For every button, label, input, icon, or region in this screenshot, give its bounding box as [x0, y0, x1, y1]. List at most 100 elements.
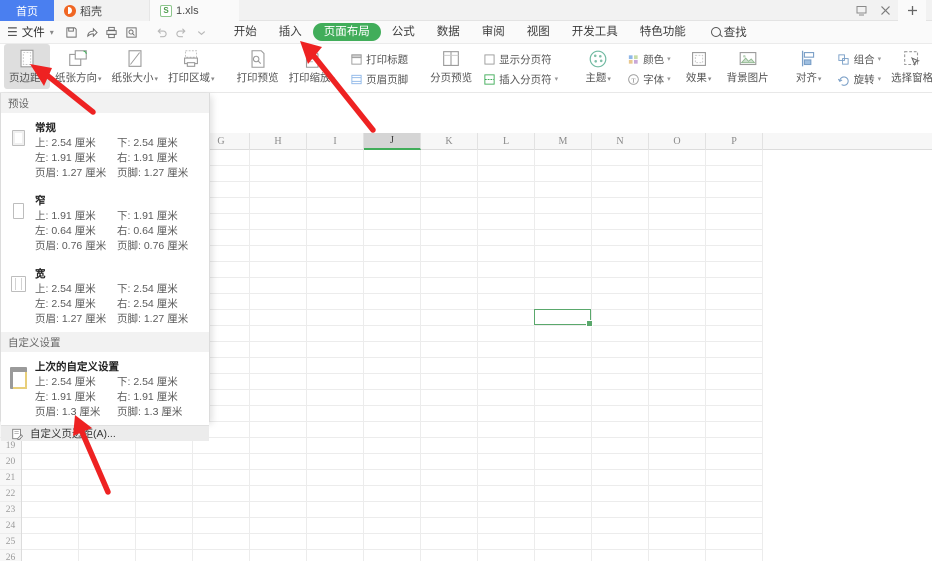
- cell[interactable]: [649, 310, 706, 326]
- cell[interactable]: [307, 326, 364, 342]
- cell[interactable]: [250, 166, 307, 182]
- cell[interactable]: [478, 406, 535, 422]
- cell[interactable]: [592, 406, 649, 422]
- cell[interactable]: [478, 454, 535, 470]
- cell[interactable]: [706, 326, 763, 342]
- cell[interactable]: [478, 166, 535, 182]
- cell[interactable]: [649, 390, 706, 406]
- cell[interactable]: [307, 438, 364, 454]
- row-header[interactable]: 24: [0, 518, 21, 534]
- cell[interactable]: [307, 486, 364, 502]
- cell[interactable]: [706, 502, 763, 518]
- background-picture-button[interactable]: 背景图片: [722, 44, 774, 89]
- cell[interactable]: [478, 246, 535, 262]
- cell[interactable]: [307, 422, 364, 438]
- cell[interactable]: [649, 550, 706, 561]
- cell[interactable]: [535, 150, 592, 166]
- cell[interactable]: [79, 486, 136, 502]
- cell[interactable]: [706, 534, 763, 550]
- column-header-O[interactable]: O: [649, 133, 706, 150]
- cell[interactable]: [307, 166, 364, 182]
- theme-color-button[interactable]: 颜色 ▾: [621, 49, 676, 69]
- align-objects-button[interactable]: 对齐▾: [786, 44, 832, 89]
- hamburger-menu-icon[interactable]: ☰: [0, 25, 20, 39]
- cell[interactable]: [421, 278, 478, 294]
- cell[interactable]: [706, 470, 763, 486]
- cell[interactable]: [421, 166, 478, 182]
- print-preview-button[interactable]: 打印预览: [232, 44, 284, 89]
- cell[interactable]: [364, 166, 421, 182]
- cell[interactable]: [79, 470, 136, 486]
- cell[interactable]: [364, 342, 421, 358]
- row-header[interactable]: 22: [0, 486, 21, 502]
- cell[interactable]: [250, 470, 307, 486]
- cell[interactable]: [364, 150, 421, 166]
- cell[interactable]: [307, 470, 364, 486]
- cell[interactable]: [421, 390, 478, 406]
- cell[interactable]: [706, 262, 763, 278]
- cell[interactable]: [307, 550, 364, 561]
- cell[interactable]: [649, 278, 706, 294]
- cell[interactable]: [364, 278, 421, 294]
- cell[interactable]: [364, 534, 421, 550]
- cell[interactable]: [649, 470, 706, 486]
- cell[interactable]: [535, 422, 592, 438]
- cell[interactable]: [706, 246, 763, 262]
- cell[interactable]: [649, 534, 706, 550]
- cell[interactable]: [22, 518, 79, 534]
- page-margins-button[interactable]: 页边距▾: [4, 44, 51, 89]
- cell[interactable]: [421, 502, 478, 518]
- cell[interactable]: [307, 342, 364, 358]
- cell[interactable]: [706, 518, 763, 534]
- cell[interactable]: [193, 470, 250, 486]
- cell[interactable]: [421, 470, 478, 486]
- cell[interactable]: [649, 422, 706, 438]
- cell[interactable]: [421, 486, 478, 502]
- cell[interactable]: [421, 246, 478, 262]
- cell[interactable]: [478, 550, 535, 561]
- row-header[interactable]: 23: [0, 502, 21, 518]
- cell[interactable]: [706, 486, 763, 502]
- cell[interactable]: [250, 502, 307, 518]
- tab-developer-tools[interactable]: 开发工具: [561, 23, 629, 41]
- cell[interactable]: [250, 246, 307, 262]
- restore-window-icon[interactable]: [850, 0, 872, 21]
- rotate-objects-button[interactable]: 旋转 ▾: [832, 69, 887, 89]
- cell[interactable]: [649, 358, 706, 374]
- paper-orientation-button[interactable]: 纸张方向▾: [50, 44, 107, 89]
- cell[interactable]: [364, 390, 421, 406]
- cell[interactable]: [193, 454, 250, 470]
- cell[interactable]: [592, 422, 649, 438]
- cell[interactable]: [649, 166, 706, 182]
- tab-formula[interactable]: 公式: [381, 23, 426, 41]
- cell[interactable]: [307, 518, 364, 534]
- cell[interactable]: [535, 390, 592, 406]
- cell[interactable]: [250, 550, 307, 561]
- cell[interactable]: [364, 374, 421, 390]
- column-header-I[interactable]: I: [307, 133, 364, 150]
- cell[interactable]: [364, 262, 421, 278]
- cell[interactable]: [421, 422, 478, 438]
- cell[interactable]: [478, 486, 535, 502]
- header-footer-button[interactable]: 页眉页脚: [344, 69, 413, 89]
- print-area-button[interactable]: 打印区域▾: [163, 44, 220, 89]
- cell[interactable]: [649, 454, 706, 470]
- cell[interactable]: [364, 486, 421, 502]
- cell[interactable]: [706, 214, 763, 230]
- cell[interactable]: [307, 358, 364, 374]
- row-header[interactable]: 21: [0, 470, 21, 486]
- cell[interactable]: [364, 550, 421, 561]
- cell[interactable]: [307, 214, 364, 230]
- cell[interactable]: [535, 262, 592, 278]
- cell[interactable]: [592, 438, 649, 454]
- cell[interactable]: [649, 230, 706, 246]
- insert-page-break-button[interactable]: 插入分页符 ▾: [477, 69, 563, 89]
- column-header-P[interactable]: P: [706, 133, 763, 150]
- cell[interactable]: [706, 454, 763, 470]
- cell[interactable]: [592, 214, 649, 230]
- theme-button[interactable]: 主题▾: [575, 44, 621, 89]
- cell[interactable]: [478, 326, 535, 342]
- cell[interactable]: [535, 550, 592, 561]
- cell[interactable]: [421, 342, 478, 358]
- cell[interactable]: [250, 518, 307, 534]
